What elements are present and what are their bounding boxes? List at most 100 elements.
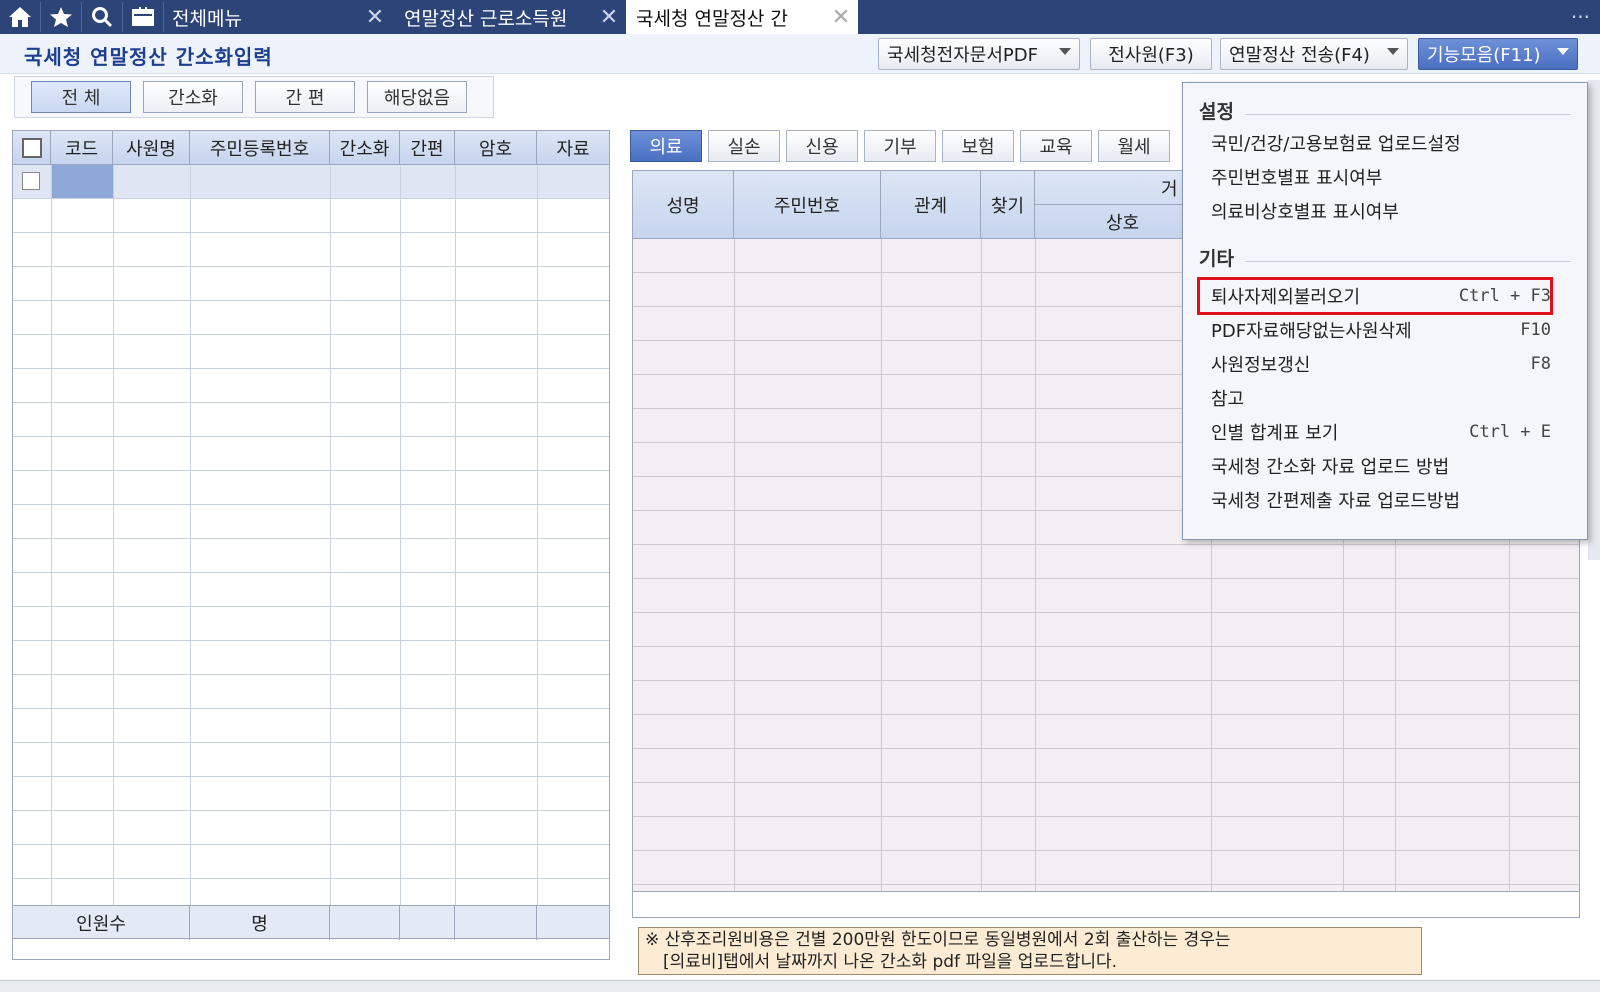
nts-pdf-label: 국세청전자문서PDF — [887, 45, 1038, 66]
col-employee-name[interactable]: 사원명 — [113, 131, 190, 165]
filter-simple-button[interactable]: 간 편 — [255, 81, 355, 113]
table-row[interactable] — [13, 607, 609, 641]
tab-all-menu-label: 전체메뉴 — [172, 7, 242, 30]
col-data[interactable]: 자료 — [537, 131, 609, 165]
transfer-dropdown[interactable]: 연말정산 전송(F4) — [1220, 38, 1408, 70]
transfer-label: 연말정산 전송(F4) — [1229, 45, 1370, 66]
menu-item-refresh-employee-info[interactable]: 사원정보갱신 F8 — [1211, 349, 1551, 379]
tab-year-end-income[interactable]: 연말정산 근로소득원 ✕ — [392, 0, 626, 34]
table-row[interactable] — [633, 851, 1579, 885]
tab-indemnity[interactable]: 실손 — [708, 130, 780, 162]
table-row[interactable] — [13, 369, 609, 403]
table-row[interactable] — [13, 743, 609, 777]
table-row[interactable] — [13, 335, 609, 369]
table-row[interactable] — [13, 777, 609, 811]
tab-rent[interactable]: 월세 — [1098, 130, 1170, 162]
menu-section-other: 기타 — [1199, 248, 1234, 270]
functions-dropdown[interactable]: 기능모음(F11) — [1418, 38, 1578, 70]
table-row[interactable] — [633, 613, 1579, 647]
filter-none-button[interactable]: 해당없음 — [367, 81, 467, 113]
table-row[interactable] — [633, 817, 1579, 851]
col-resident-no[interactable]: 주민번호 — [734, 171, 881, 239]
grid-line — [455, 165, 456, 905]
menu-item-label: 국민/건강/고용보험료 업로드설정 — [1211, 134, 1461, 155]
table-row[interactable] — [13, 709, 609, 743]
close-icon[interactable]: ✕ — [830, 0, 852, 34]
table-row[interactable] — [13, 199, 609, 233]
col-simple[interactable]: 간편 — [400, 131, 455, 165]
grid-line — [113, 165, 114, 905]
table-row[interactable] — [13, 505, 609, 539]
col-name[interactable]: 성명 — [633, 171, 734, 239]
all-employees-button[interactable]: 전사원(F3) — [1090, 38, 1212, 70]
more-icon[interactable]: ··· — [1571, 0, 1590, 34]
row-checkbox[interactable] — [22, 172, 40, 190]
table-row[interactable] — [13, 437, 609, 471]
menu-item-reference[interactable]: 참고 — [1211, 383, 1551, 413]
col-find[interactable]: 찾기 — [981, 171, 1035, 239]
table-row[interactable] — [13, 573, 609, 607]
vertical-scrollbar[interactable] — [1588, 80, 1600, 560]
table-row[interactable] — [633, 545, 1579, 579]
table-row[interactable] — [633, 647, 1579, 681]
home-icon[interactable] — [0, 0, 40, 34]
top-tab-bar: 전체메뉴 ✕ 연말정산 근로소득원 ✕ 국세청 연말정산 간 ✕ ··· — [0, 0, 1600, 34]
functions-menu: 설정 국민/건강/고용보험료 업로드설정 주민번호별표 표시여부 의료비상호별표… — [1182, 82, 1588, 540]
table-row[interactable] — [13, 845, 609, 879]
tab-all-menu[interactable]: 전체메뉴 ✕ — [164, 0, 392, 34]
close-icon[interactable]: ✕ — [364, 0, 386, 34]
table-row[interactable] — [13, 641, 609, 675]
table-row[interactable] — [13, 301, 609, 335]
table-row[interactable] — [13, 267, 609, 301]
grid-line — [734, 239, 735, 891]
table-row[interactable] — [633, 715, 1579, 749]
col-resident-number[interactable]: 주민등록번호 — [190, 131, 330, 165]
menu-item-simple-submit-upload-guide[interactable]: 국세청 간편제출 자료 업로드방법 — [1211, 485, 1551, 515]
table-row[interactable] — [633, 749, 1579, 783]
filter-simplified-button[interactable]: 간소화 — [143, 81, 243, 113]
menu-item-per-person-summary[interactable]: 인별 합계표 보기 Ctrl + E — [1211, 417, 1551, 447]
status-bar — [0, 980, 1600, 992]
select-all-checkbox[interactable] — [21, 138, 42, 158]
table-row[interactable] — [633, 579, 1579, 613]
employee-grid: 코드 사원명 주민등록번호 간소화 간편 암호 자료 인원수 명 — [12, 130, 610, 960]
page-title: 국세청 연말정산 간소화입력 — [24, 45, 273, 69]
employee-grid-header: 코드 사원명 주민등록번호 간소화 간편 암호 자료 — [13, 131, 609, 165]
menu-item-simplified-upload-guide[interactable]: 국세청 간소화 자료 업로드 방법 — [1211, 451, 1551, 481]
menu-item-delete-no-pdf[interactable]: PDF자료해당없는사원삭제 F10 — [1211, 315, 1551, 345]
col-simplified[interactable]: 간소화 — [330, 131, 400, 165]
tab-education[interactable]: 교육 — [1020, 130, 1092, 162]
nts-pdf-dropdown[interactable]: 국세청전자문서PDF — [878, 38, 1080, 70]
table-row[interactable] — [633, 681, 1579, 715]
table-row[interactable] — [13, 811, 609, 845]
table-row[interactable] — [13, 403, 609, 437]
table-row[interactable] — [13, 675, 609, 709]
menu-item-label: 인별 합계표 보기 — [1211, 423, 1339, 444]
menu-item-insurance-upload-settings[interactable]: 국민/건강/고용보험료 업로드설정 — [1211, 128, 1551, 158]
table-row[interactable] — [13, 471, 609, 505]
close-icon[interactable]: ✕ — [598, 0, 620, 34]
search-icon[interactable] — [82, 0, 122, 34]
table-row[interactable] — [13, 165, 609, 199]
filter-all-button[interactable]: 전 체 — [31, 81, 131, 113]
tab-donation[interactable]: 기부 — [864, 130, 936, 162]
grid-line — [981, 239, 982, 891]
tab-credit[interactable]: 신용 — [786, 130, 858, 162]
tab-insurance[interactable]: 보험 — [942, 130, 1014, 162]
menu-item-resident-mask-toggle[interactable]: 주민번호별표 표시여부 — [1211, 162, 1551, 192]
table-row[interactable] — [13, 233, 609, 267]
calendar-icon[interactable] — [123, 0, 163, 34]
grid-line — [537, 165, 538, 905]
table-row[interactable] — [633, 783, 1579, 817]
menu-item-load-excluding-retirees[interactable]: 퇴사자제외불러오기 Ctrl + F3 — [1211, 281, 1551, 311]
col-password[interactable]: 암호 — [455, 131, 537, 165]
tab-year-end-income-label: 연말정산 근로소득원 — [404, 7, 568, 30]
tab-nts-simplified[interactable]: 국세청 연말정산 간 ✕ — [626, 0, 858, 34]
table-row[interactable] — [13, 539, 609, 573]
selected-cell[interactable] — [52, 165, 113, 198]
col-code[interactable]: 코드 — [51, 131, 113, 165]
star-icon[interactable] — [41, 0, 81, 34]
tab-medical[interactable]: 의료 — [630, 130, 702, 162]
col-relation[interactable]: 관계 — [881, 171, 981, 239]
menu-item-medical-mask-toggle[interactable]: 의료비상호별표 표시여부 — [1211, 196, 1551, 226]
